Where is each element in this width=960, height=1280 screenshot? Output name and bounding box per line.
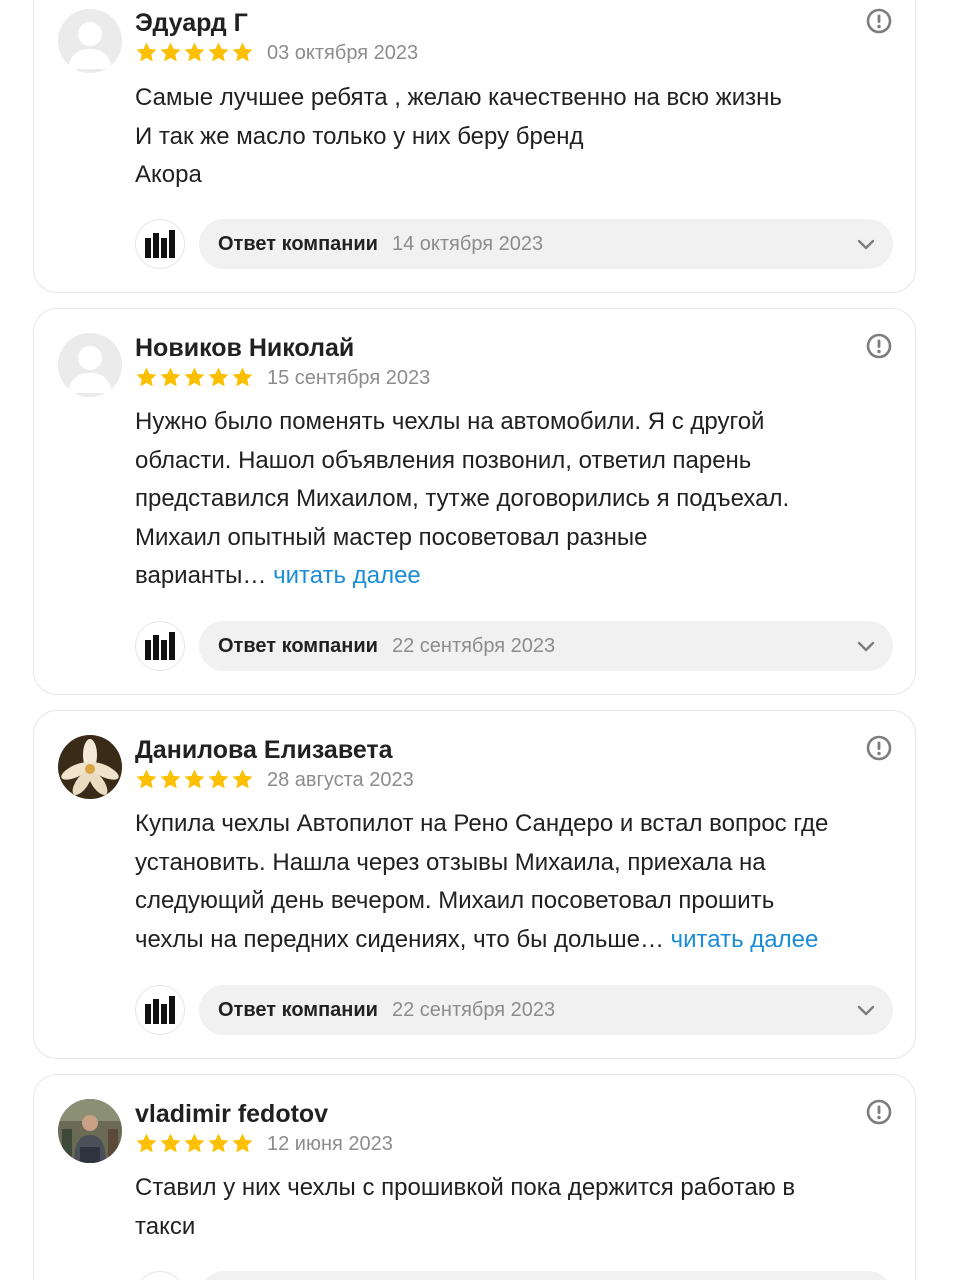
exclamation-circle-icon[interactable] [865, 1098, 893, 1126]
review-text-line: Нужно было поменять чехлы на автомобили.… [135, 408, 765, 435]
reviews-page: Эдуард Г 03 октября 2023 Самые лучшее ре… [0, 0, 960, 1280]
avatar-placeholder[interactable] [58, 9, 122, 73]
review-card: Данилова Елизавета 28 августа 2023 Купил… [33, 710, 916, 1059]
chevron-down-icon [857, 641, 875, 652]
avatar-placeholder[interactable] [58, 333, 122, 397]
review-text-line: Михаил опытный мастер посоветовал разные [135, 523, 648, 551]
user-silhouette-icon [58, 333, 122, 397]
rating-stars [135, 1132, 254, 1155]
review-text: Самые лучшее ребята , желаю качественно … [135, 79, 865, 195]
reply-label: Ответ компании [218, 232, 378, 255]
reply-date: 22 сентября 2023 [391, 634, 556, 657]
company-logo-icon [145, 632, 175, 660]
star-icon [184, 367, 205, 387]
star-icon [136, 367, 157, 387]
company-logo[interactable] [135, 1271, 185, 1280]
review-date: 12 июня 2023 [267, 1133, 393, 1155]
review-author[interactable]: Эдуард Г [135, 9, 248, 38]
read-more-link[interactable]: читать далее [671, 926, 819, 953]
reply-date: 22 сентября 2023 [391, 998, 556, 1021]
star-icon [208, 42, 229, 62]
review-text-line: варианты… [135, 562, 267, 589]
star-icon [160, 1133, 181, 1153]
star-icon [184, 1133, 205, 1153]
review-card: Эдуард Г 03 октября 2023 Самые лучшее ре… [33, 0, 916, 293]
company-reply-toggle[interactable]: Ответ компании 14 октября 2023 [199, 219, 893, 269]
star-icon [208, 367, 229, 387]
review-text: Нужно было поменять чехлы на автомобили.… [135, 403, 865, 596]
review-text-line: следующий день вечером. Михаил посоветов… [135, 887, 775, 914]
star-icon [184, 769, 205, 789]
read-more-link[interactable]: читать далее [273, 562, 421, 589]
reply-label: Ответ компании [218, 634, 378, 657]
star-icon [136, 42, 157, 62]
star-icon [208, 1133, 229, 1153]
review-card: Новиков Николай 15 сентября 2023 Нужно б… [33, 308, 916, 695]
star-icon [160, 769, 181, 789]
avatar-photo[interactable] [58, 735, 122, 799]
exclamation-circle-icon[interactable] [865, 7, 893, 35]
review-text-line: Купила чехлы Автопилот на Рено Сандеро и… [135, 810, 829, 837]
company-logo[interactable] [135, 621, 185, 671]
review-text-line: установить. Нашла через отзывы Михаила, … [135, 848, 766, 876]
reply-label: Ответ компании [218, 998, 378, 1021]
review-text-line: Самые лучшее ребята , желаю качественно … [135, 84, 782, 111]
flower-photo-icon [58, 735, 122, 799]
person-photo-icon [58, 1099, 122, 1163]
exclamation-circle-icon[interactable] [865, 332, 893, 360]
star-icon [136, 1133, 157, 1153]
star-icon [232, 367, 253, 387]
review-text-line-last: чехлы на передних сидениях, что бы дольш… [135, 921, 865, 960]
star-icon [208, 769, 229, 789]
review-text-line: представился Михаилом, тутже договорилис… [135, 485, 790, 512]
review-date: 15 сентября 2023 [267, 367, 431, 389]
review-author[interactable]: Новиков Николай [135, 334, 354, 363]
reply-date: 14 октября 2023 [391, 232, 544, 255]
star-icon [232, 1133, 253, 1153]
user-silhouette-icon [58, 9, 122, 73]
star-icon [232, 769, 253, 789]
review-author[interactable]: Данилова Елизавета [135, 736, 393, 765]
company-logo[interactable] [135, 985, 185, 1035]
company-reply-toggle[interactable]: Ответ компании 22 сентября 2023 [199, 621, 893, 671]
review-text-line: Ставил у них чехлы с прошивкой пока держ… [135, 1174, 796, 1201]
company-reply-toggle[interactable] [199, 1271, 893, 1280]
star-icon [184, 42, 205, 62]
company-reply-toggle[interactable]: Ответ компании 22 сентября 2023 [199, 985, 893, 1035]
review-date: 28 августа 2023 [267, 769, 414, 791]
rating-stars [135, 366, 254, 389]
avatar-photo[interactable] [58, 1099, 122, 1163]
review-text-line: такси [135, 1212, 196, 1240]
star-icon [232, 42, 253, 62]
star-icon [136, 769, 157, 789]
chevron-down-icon [857, 1005, 875, 1016]
review-text-line: чехлы на передних сидениях, что бы дольш… [135, 925, 664, 953]
star-icon [160, 367, 181, 387]
company-logo-icon [145, 996, 175, 1024]
review-text-line-last: варианты… читать далее [135, 557, 865, 596]
review-text-line: области. Нашол объявления позвонил, отве… [135, 446, 752, 474]
review-text-line: Акора [135, 161, 202, 188]
review-text: Купила чехлы Автопилот на Рено Сандеро и… [135, 805, 865, 959]
exclamation-circle-icon[interactable] [865, 734, 893, 762]
rating-stars [135, 41, 254, 64]
review-text: Ставил у них чехлы с прошивкой пока держ… [135, 1169, 865, 1246]
review-date: 03 октября 2023 [267, 42, 419, 64]
star-icon [160, 42, 181, 62]
review-author[interactable]: vladimir fedotov [135, 1100, 328, 1129]
review-text-line: И так же масло только у них беру бренд [135, 122, 584, 150]
company-logo[interactable] [135, 219, 185, 269]
company-logo-icon [145, 230, 175, 258]
chevron-down-icon [857, 239, 875, 250]
review-card: vladimir fedotov 12 июня 2023 Ставил у н… [33, 1074, 916, 1280]
rating-stars [135, 768, 254, 791]
